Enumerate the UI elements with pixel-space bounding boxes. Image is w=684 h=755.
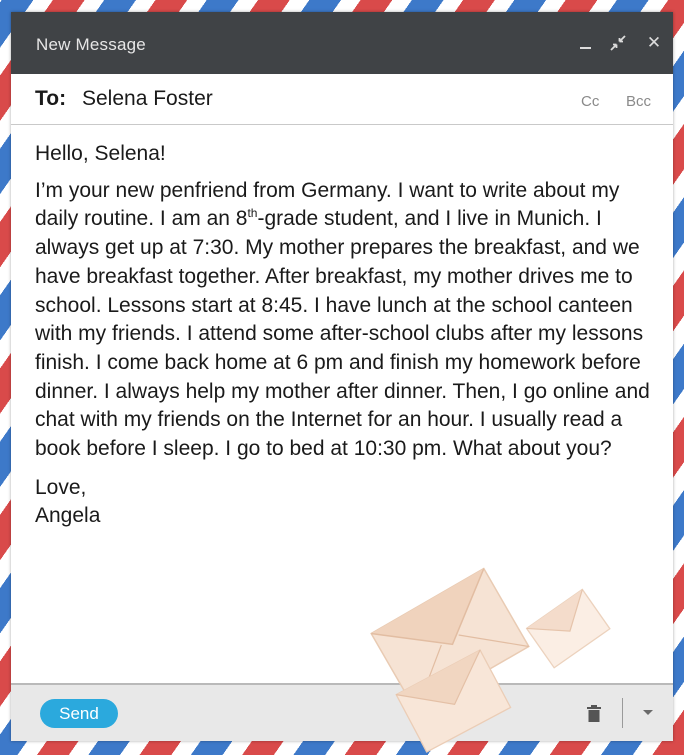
close-icon[interactable]: ✕	[645, 34, 663, 52]
cc-button[interactable]: Cc	[581, 93, 599, 110]
title-bar: New Message ✕	[11, 12, 673, 74]
message-text-part2: -grade student, and I live in Munich. I …	[35, 207, 650, 461]
expand-icon[interactable]	[609, 34, 627, 52]
bcc-button[interactable]: Bcc	[626, 93, 651, 110]
ordinal-superscript: th	[247, 206, 258, 221]
footer-divider	[622, 698, 623, 728]
closing-line: Love,	[35, 475, 87, 499]
greeting-line: Hello, Selena!	[35, 142, 166, 165]
more-options-icon[interactable]	[643, 710, 653, 715]
compose-footer: Send	[11, 683, 673, 741]
minimize-icon[interactable]	[577, 34, 595, 52]
trash-icon[interactable]	[586, 704, 602, 724]
message-paragraph: I’m your new penfriend from Germany. I w…	[35, 177, 660, 464]
compose-window: New Message ✕ To: Selena Foster Cc Bcc H…	[11, 12, 673, 741]
message-body[interactable]: Hello, Selena! I’m your new penfriend fr…	[35, 140, 660, 531]
window-title: New Message	[36, 35, 146, 54]
signature-line: Angela	[35, 504, 101, 528]
to-label: To:	[35, 87, 67, 110]
recipient-field[interactable]: Selena Foster	[82, 87, 213, 111]
send-button[interactable]: Send	[40, 699, 118, 728]
recipient-row[interactable]: To: Selena Foster Cc Bcc	[11, 74, 673, 125]
